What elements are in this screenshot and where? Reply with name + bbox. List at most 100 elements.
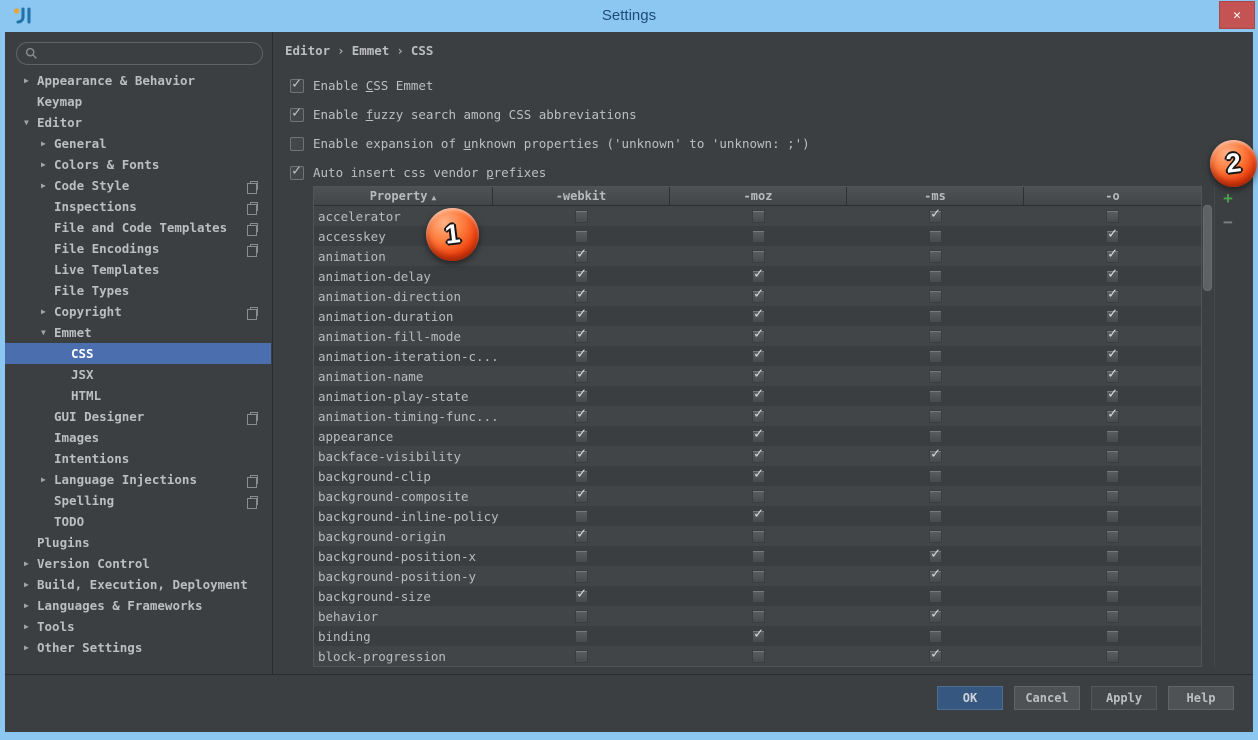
webkit-checkbox[interactable]: [575, 650, 588, 663]
moz-checkbox[interactable]: [752, 410, 765, 423]
ms-checkbox[interactable]: [929, 450, 942, 463]
table-row-binding[interactable]: binding: [314, 626, 1201, 646]
moz-checkbox[interactable]: [752, 210, 765, 223]
o-checkbox[interactable]: [1106, 630, 1119, 643]
moz-checkbox[interactable]: [752, 630, 765, 643]
ms-checkbox[interactable]: [929, 410, 942, 423]
sidebar-item-jsx[interactable]: JSX: [5, 364, 271, 385]
ms-checkbox[interactable]: [929, 290, 942, 303]
moz-checkbox[interactable]: [752, 530, 765, 543]
webkit-checkbox[interactable]: [575, 330, 588, 343]
sidebar-item-html[interactable]: HTML: [5, 385, 271, 406]
sidebar-item-build-execution-deployment[interactable]: ▶Build, Execution, Deployment: [5, 574, 271, 595]
close-button[interactable]: ✕: [1219, 1, 1255, 29]
o-checkbox[interactable]: [1106, 510, 1119, 523]
webkit-checkbox[interactable]: [575, 530, 588, 543]
column-header-property[interactable]: Property▲: [314, 187, 493, 205]
o-checkbox[interactable]: [1106, 530, 1119, 543]
webkit-checkbox[interactable]: [575, 250, 588, 263]
moz-checkbox[interactable]: [752, 230, 765, 243]
ms-checkbox[interactable]: [929, 250, 942, 263]
o-checkbox[interactable]: [1106, 590, 1119, 603]
ms-checkbox[interactable]: [929, 370, 942, 383]
webkit-checkbox[interactable]: [575, 230, 588, 243]
sidebar-item-intentions[interactable]: Intentions: [5, 448, 271, 469]
sidebar-item-languages-frameworks[interactable]: ▶Languages & Frameworks: [5, 595, 271, 616]
table-scrollbar-thumb[interactable]: [1203, 205, 1212, 291]
webkit-checkbox[interactable]: [575, 590, 588, 603]
sidebar-item-version-control[interactable]: ▶Version Control: [5, 553, 271, 574]
ms-checkbox[interactable]: [929, 650, 942, 663]
webkit-checkbox[interactable]: [575, 550, 588, 563]
table-row-background-clip[interactable]: background-clip: [314, 466, 1201, 486]
moz-checkbox[interactable]: [752, 590, 765, 603]
moz-checkbox[interactable]: [752, 330, 765, 343]
ms-checkbox[interactable]: [929, 230, 942, 243]
ms-checkbox[interactable]: [929, 210, 942, 223]
webkit-checkbox[interactable]: [575, 490, 588, 503]
moz-checkbox[interactable]: [752, 270, 765, 283]
sidebar-item-file-types[interactable]: File Types: [5, 280, 271, 301]
moz-checkbox[interactable]: [752, 650, 765, 663]
add-property-button[interactable]: +: [1219, 190, 1237, 208]
option-checkbox[interactable]: [290, 108, 304, 122]
ms-checkbox[interactable]: [929, 630, 942, 643]
o-checkbox[interactable]: [1106, 470, 1119, 483]
ms-checkbox[interactable]: [929, 570, 942, 583]
o-checkbox[interactable]: [1106, 330, 1119, 343]
table-row-block-progression[interactable]: block-progression: [314, 646, 1201, 666]
webkit-checkbox[interactable]: [575, 350, 588, 363]
webkit-checkbox[interactable]: [575, 270, 588, 283]
table-row-background-origin[interactable]: background-origin: [314, 526, 1201, 546]
ms-checkbox[interactable]: [929, 530, 942, 543]
table-row-background-position-x[interactable]: background-position-x: [314, 546, 1201, 566]
sidebar-item-live-templates[interactable]: Live Templates: [5, 259, 271, 280]
o-checkbox[interactable]: [1106, 250, 1119, 263]
moz-checkbox[interactable]: [752, 310, 765, 323]
moz-checkbox[interactable]: [752, 390, 765, 403]
webkit-checkbox[interactable]: [575, 410, 588, 423]
sidebar-item-colors-fonts[interactable]: ▶Colors & Fonts: [5, 154, 271, 175]
remove-property-button[interactable]: −: [1219, 214, 1237, 232]
sidebar-item-editor[interactable]: ▼Editor: [5, 112, 271, 133]
o-checkbox[interactable]: [1106, 410, 1119, 423]
webkit-checkbox[interactable]: [575, 470, 588, 483]
sidebar-item-appearance-behavior[interactable]: ▶Appearance & Behavior: [5, 70, 271, 91]
ms-checkbox[interactable]: [929, 330, 942, 343]
o-checkbox[interactable]: [1106, 430, 1119, 443]
o-checkbox[interactable]: [1106, 570, 1119, 583]
table-row-background-size[interactable]: background-size: [314, 586, 1201, 606]
table-row-background-inline-policy[interactable]: background-inline-policy: [314, 506, 1201, 526]
o-checkbox[interactable]: [1106, 650, 1119, 663]
column-header-o[interactable]: -o: [1024, 187, 1201, 205]
ms-checkbox[interactable]: [929, 510, 942, 523]
moz-checkbox[interactable]: [752, 490, 765, 503]
webkit-checkbox[interactable]: [575, 570, 588, 583]
sidebar-item-copyright[interactable]: ▶Copyright: [5, 301, 271, 322]
search-field[interactable]: [16, 42, 263, 65]
webkit-checkbox[interactable]: [575, 210, 588, 223]
o-checkbox[interactable]: [1106, 230, 1119, 243]
o-checkbox[interactable]: [1106, 450, 1119, 463]
o-checkbox[interactable]: [1106, 550, 1119, 563]
webkit-checkbox[interactable]: [575, 370, 588, 383]
moz-checkbox[interactable]: [752, 370, 765, 383]
moz-checkbox[interactable]: [752, 250, 765, 263]
moz-checkbox[interactable]: [752, 350, 765, 363]
sidebar-item-other-settings[interactable]: ▶Other Settings: [5, 637, 271, 658]
webkit-checkbox[interactable]: [575, 290, 588, 303]
option-checkbox[interactable]: [290, 166, 304, 180]
ms-checkbox[interactable]: [929, 490, 942, 503]
sidebar-item-file-and-code-templates[interactable]: File and Code Templates: [5, 217, 271, 238]
help-button[interactable]: Help: [1168, 686, 1234, 710]
column-header-webkit[interactable]: -webkit: [493, 187, 670, 205]
column-header-moz[interactable]: -moz: [670, 187, 847, 205]
moz-checkbox[interactable]: [752, 510, 765, 523]
cancel-button[interactable]: Cancel: [1014, 686, 1080, 710]
moz-checkbox[interactable]: [752, 550, 765, 563]
sidebar-item-keymap[interactable]: Keymap: [5, 91, 271, 112]
o-checkbox[interactable]: [1106, 350, 1119, 363]
ms-checkbox[interactable]: [929, 610, 942, 623]
sidebar-item-tools[interactable]: ▶Tools: [5, 616, 271, 637]
table-row-background-position-y[interactable]: background-position-y: [314, 566, 1201, 586]
